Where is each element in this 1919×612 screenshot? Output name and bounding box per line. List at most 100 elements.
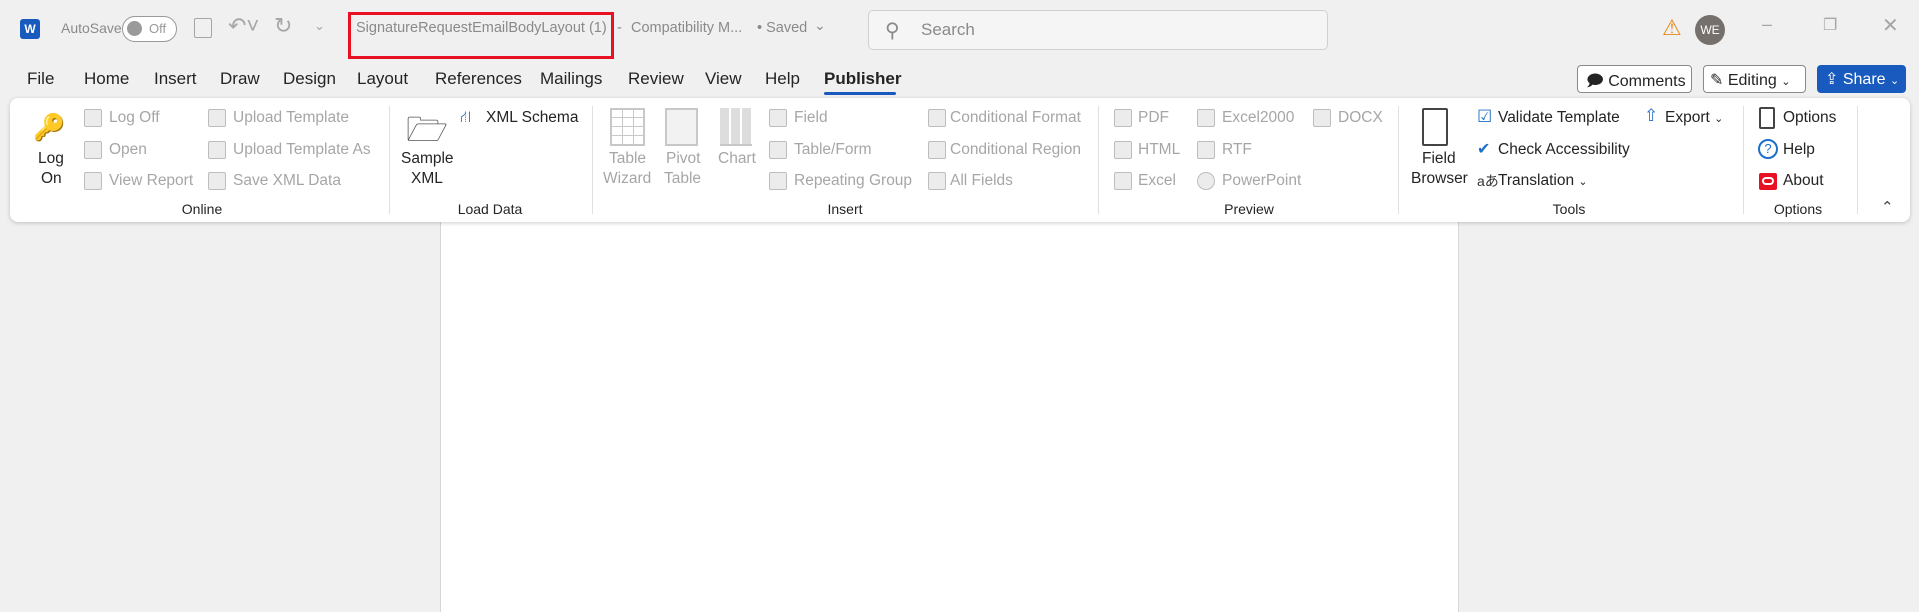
about-button[interactable]: About [1783,172,1824,190]
html-button[interactable]: HTML [1138,141,1180,159]
rtf-icon [1197,141,1215,159]
share-button[interactable]: ⇪ Share ⌄ [1817,65,1906,93]
pivot-table-label-2[interactable]: Table [664,170,701,188]
translation-label: Translation [1498,172,1575,189]
tab-design[interactable]: Design [283,69,336,89]
powerpoint-icon [1197,172,1215,190]
tab-references[interactable]: References [435,69,522,89]
document-title[interactable]: SignatureRequestEmailBodyLayout (1) [356,20,607,36]
customize-toolbar-icon[interactable]: ⌄ [314,18,325,34]
options-icon [1759,107,1775,129]
tab-mailings[interactable]: Mailings [540,69,602,89]
table-wizard-label-2[interactable]: Wizard [603,170,651,188]
tab-home[interactable]: Home [84,69,129,89]
log-on-label-1[interactable]: Log [38,150,64,168]
tab-review[interactable]: Review [628,69,684,89]
table-form-icon [769,141,787,159]
minimize-icon[interactable]: – [1762,14,1772,35]
share-label: Share [1842,71,1886,88]
collapse-ribbon-icon[interactable]: ⌃ [1881,198,1894,216]
chart-icon [720,108,752,146]
excel-button[interactable]: Excel [1138,172,1176,190]
translation-button[interactable]: Translation ⌄ [1498,172,1588,190]
word-logo-icon: W [20,19,40,39]
excel2000-button[interactable]: Excel2000 [1222,109,1294,127]
xml-schema-button[interactable]: XML Schema [486,109,578,127]
view-report-button[interactable]: View Report [109,172,193,190]
repeating-group-button[interactable]: Repeating Group [794,172,912,190]
close-icon[interactable]: ✕ [1882,13,1899,38]
field-browser-label-2[interactable]: Browser [1411,170,1468,188]
autosave-label: AutoSave [61,20,122,36]
table-wizard-label-1[interactable]: Table [609,150,646,168]
search-box[interactable]: ⚲ Search [868,10,1328,50]
options-button[interactable]: Options [1783,109,1836,127]
conditional-region-button[interactable]: Conditional Region [950,141,1081,159]
export-button[interactable]: Export ⌄ [1665,109,1723,127]
rtf-button[interactable]: RTF [1222,141,1252,159]
restore-icon[interactable]: ❐ [1823,15,1837,35]
group-divider [1743,106,1744,214]
save-icon[interactable] [194,18,212,38]
chevron-down-icon: ⌄ [1578,176,1588,188]
open-button[interactable]: Open [109,141,147,159]
sample-xml-label-1[interactable]: Sample [401,150,454,168]
tab-view[interactable]: View [705,69,742,89]
powerpoint-button[interactable]: PowerPoint [1222,172,1301,190]
tab-help[interactable]: Help [765,69,800,89]
open-icon [84,141,102,159]
field-button[interactable]: Field [794,109,828,127]
upload-template-button[interactable]: Upload Template [233,109,349,127]
save-xml-button[interactable]: Save XML Data [233,172,341,190]
validate-template-button[interactable]: Validate Template [1498,109,1620,127]
tab-layout[interactable]: Layout [357,69,408,89]
field-browser-label-1[interactable]: Field [1422,150,1456,168]
field-browser-icon [1422,108,1448,146]
export-icon: ⇧ [1644,106,1659,125]
undo-icon[interactable]: ↶˅ [228,13,259,39]
chart-button[interactable]: Chart [718,150,756,168]
view-report-icon [84,172,102,190]
editing-button[interactable]: ✎ Editing ⌄ [1703,65,1806,93]
pivot-table-label-1[interactable]: Pivot [666,150,700,168]
comment-icon: 🗩 [1586,73,1604,90]
validate-icon: ☑ [1477,107,1493,126]
key-icon: 🔑 [33,112,66,142]
log-on-label-2[interactable]: On [41,170,62,188]
sample-xml-label-2[interactable]: XML [411,170,443,188]
log-off-button[interactable]: Log Off [109,109,160,127]
tab-publisher[interactable]: Publisher [824,69,901,89]
export-label: Export [1665,109,1710,126]
chevron-down-icon: ⌄ [1781,76,1791,88]
check-accessibility-button[interactable]: Check Accessibility [1498,141,1630,159]
conditional-format-button[interactable]: Conditional Format [950,109,1081,127]
upload-template-as-icon [208,141,226,159]
document-page[interactable] [440,222,1459,612]
translation-icon: aあ [1477,173,1499,189]
tab-draw[interactable]: Draw [220,69,260,89]
group-divider [592,106,593,214]
save-xml-icon [208,172,226,190]
chevron-down-icon: ⌄ [1890,75,1900,87]
warning-icon[interactable]: ⚠ [1662,15,1682,41]
help-button[interactable]: Help [1783,141,1815,159]
pdf-button[interactable]: PDF [1138,109,1169,127]
tab-insert[interactable]: Insert [154,69,197,89]
all-fields-button[interactable]: All Fields [950,172,1013,190]
toggle-knob [127,21,142,36]
docx-button[interactable]: DOCX [1338,109,1383,127]
repeating-group-icon [769,172,787,190]
excel-icon [1114,172,1132,190]
tab-file[interactable]: File [27,69,54,89]
group-divider [1098,106,1099,214]
upload-template-as-button[interactable]: Upload Template As [233,141,371,159]
redo-icon[interactable]: ↻ [274,13,292,39]
group-label-online: Online [181,201,223,217]
table-form-button[interactable]: Table/Form [794,141,872,159]
autosave-toggle[interactable]: Off [122,16,177,42]
title-separator: - [617,20,622,36]
comments-button[interactable]: 🗩 Comments [1577,65,1692,93]
pdf-icon [1114,109,1132,127]
avatar[interactable]: WE [1695,15,1725,45]
save-status[interactable]: • Saved [757,20,807,36]
